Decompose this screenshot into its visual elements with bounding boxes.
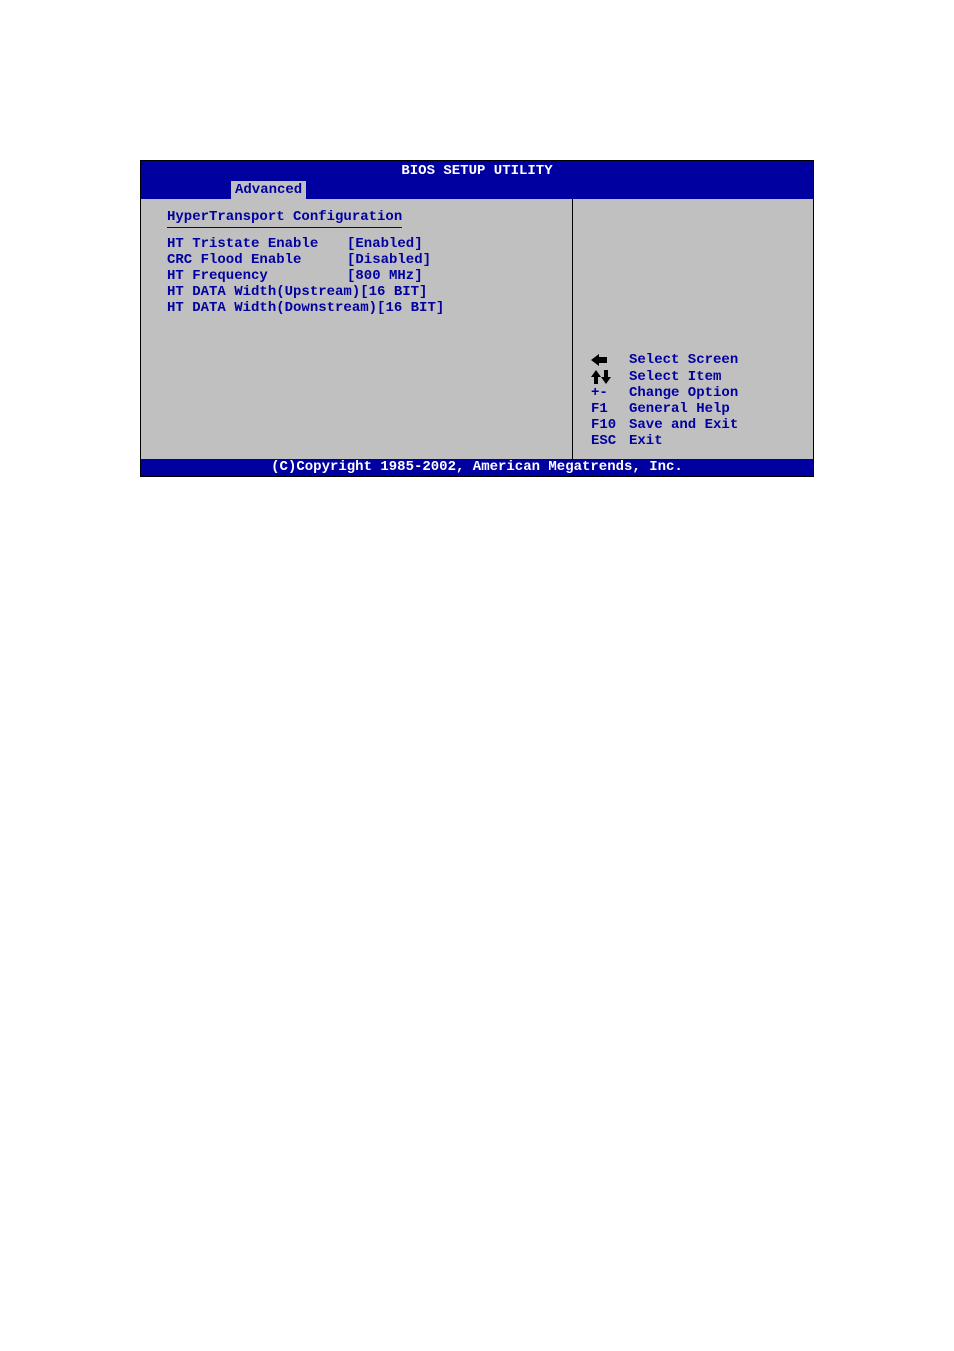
help-key-esc: ESC (591, 433, 629, 449)
help-desc: Exit (629, 433, 663, 449)
footer-text: (C)Copyright 1985-2002, American Megatre… (271, 459, 683, 475)
help-key-plusminus: +- (591, 385, 629, 401)
bios-window: BIOS SETUP UTILITY Advanced HyperTranspo… (140, 160, 814, 477)
title-bar: BIOS SETUP UTILITY (141, 161, 813, 181)
option-label: HT DATA Width(Upstream) (167, 284, 360, 300)
title-text: BIOS SETUP UTILITY (401, 163, 552, 179)
option-value: [16 BIT] (360, 284, 427, 300)
tab-row: Advanced (141, 181, 813, 199)
arrows-updown-icon (591, 370, 629, 384)
option-value: [16 BIT] (377, 300, 444, 316)
option-value: [Enabled] (347, 236, 423, 252)
option-value: [800 MHz] (347, 268, 423, 284)
help-row: Select Item (591, 369, 795, 385)
option-label: HT DATA Width(Downstream) (167, 300, 377, 316)
section-header: HyperTransport Configuration (167, 209, 402, 228)
option-row[interactable]: HT Frequency [800 MHz] (167, 268, 554, 284)
help-row: ESC Exit (591, 433, 795, 449)
option-row[interactable]: HT DATA Width(Downstream) [16 BIT] (167, 300, 554, 316)
left-panel: HyperTransport Configuration HT Tristate… (141, 199, 573, 459)
help-row: +- Change Option (591, 385, 795, 401)
arrow-left-icon (591, 354, 629, 366)
option-row[interactable]: CRC Flood Enable [Disabled] (167, 252, 554, 268)
option-row[interactable]: HT Tristate Enable [Enabled] (167, 236, 554, 252)
help-desc: Save and Exit (629, 417, 738, 433)
help-row: F1 General Help (591, 401, 795, 417)
body-row: HyperTransport Configuration HT Tristate… (141, 199, 813, 459)
help-desc: Select Screen (629, 352, 738, 368)
option-label: HT Frequency (167, 268, 347, 284)
option-label: HT Tristate Enable (167, 236, 347, 252)
option-row[interactable]: HT DATA Width(Upstream) [16 BIT] (167, 284, 554, 300)
right-panel: Select Screen Select Item +- Change Opti… (573, 199, 813, 459)
help-row: Select Screen (591, 352, 795, 368)
tab-advanced[interactable]: Advanced (231, 181, 306, 199)
footer-bar: (C)Copyright 1985-2002, American Megatre… (141, 459, 813, 476)
help-key-f1: F1 (591, 401, 629, 417)
option-value: [Disabled] (347, 252, 431, 268)
help-keys: Select Screen Select Item +- Change Opti… (591, 252, 795, 449)
help-desc: Change Option (629, 385, 738, 401)
help-key-f10: F10 (591, 417, 629, 433)
help-desc: Select Item (629, 369, 721, 385)
help-row: F10 Save and Exit (591, 417, 795, 433)
option-label: CRC Flood Enable (167, 252, 347, 268)
help-desc: General Help (629, 401, 730, 417)
tab-spacer (141, 181, 231, 199)
